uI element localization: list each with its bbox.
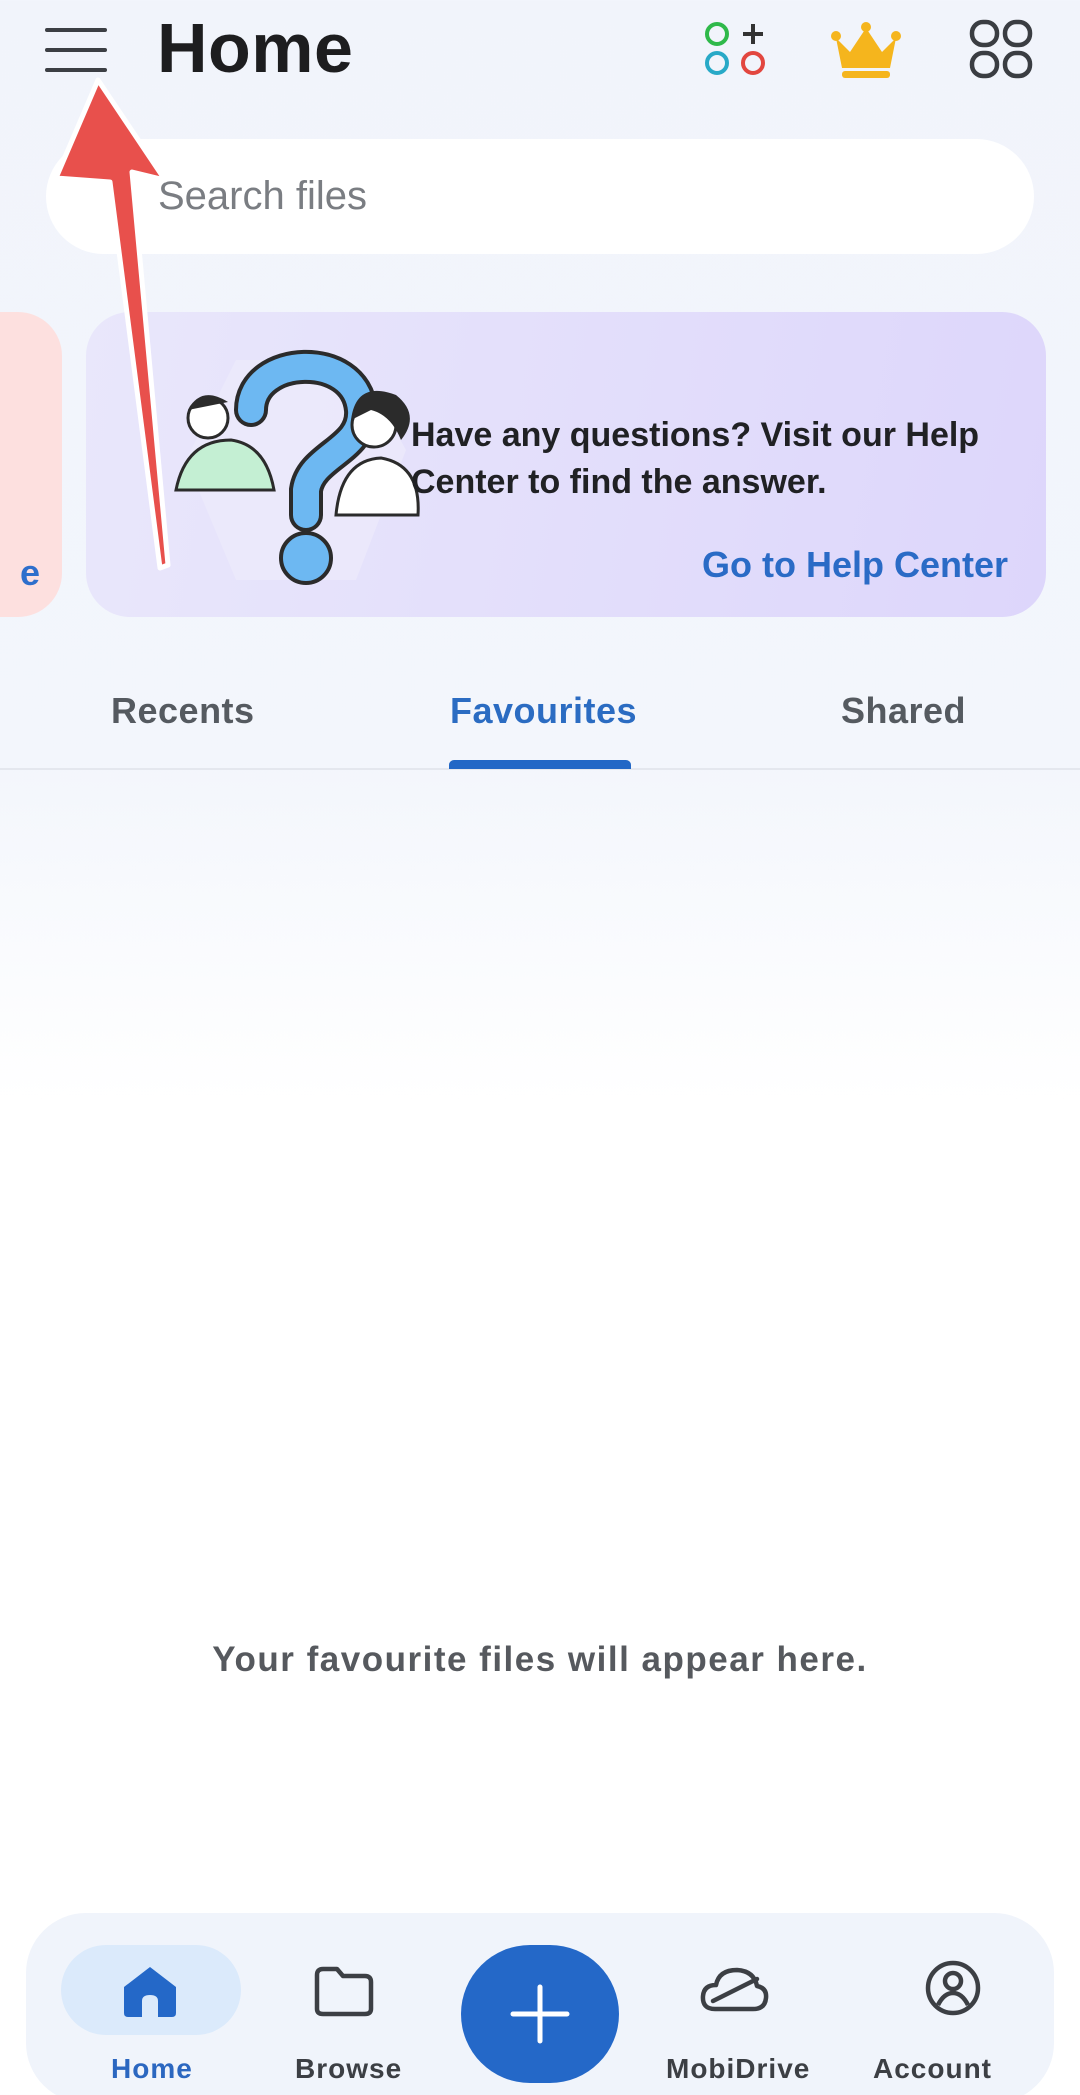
nav-label-home: Home — [111, 2053, 193, 2084]
apps-icon — [705, 22, 765, 75]
tab-favourites[interactable]: Favourites — [450, 690, 637, 732]
nav-item-account[interactable]: Account — [856, 1913, 1054, 2095]
grid-view-button[interactable] — [965, 18, 1037, 82]
nav-item-browse[interactable]: Browse — [276, 1913, 466, 2095]
search-bar[interactable]: Search files — [46, 139, 1034, 254]
nav-item-mobidrive[interactable]: MobiDrive — [666, 1913, 836, 2095]
annotation-arrow — [53, 77, 171, 571]
add-button[interactable] — [461, 1945, 619, 2083]
premium-button[interactable] — [830, 18, 902, 82]
nav-label-account: Account — [873, 2053, 992, 2084]
active-tab-indicator — [449, 760, 631, 769]
folder-icon — [314, 1966, 374, 2017]
tab-bar: Recents Favourites Shared — [0, 672, 1080, 770]
cloud-icon — [700, 1967, 769, 2012]
home-icon — [124, 1967, 176, 2017]
premium-crown-icon — [831, 22, 901, 78]
go-to-help-center-link[interactable]: Go to Help Center — [702, 544, 1008, 586]
apps-button[interactable] — [700, 18, 772, 82]
nav-label-mobidrive: MobiDrive — [666, 2053, 811, 2084]
tab-shared[interactable]: Shared — [841, 690, 966, 732]
grid-view-icon — [969, 19, 1033, 79]
nav-label-browse: Browse — [295, 2053, 403, 2084]
plus-icon — [510, 1984, 570, 2044]
account-icon — [925, 1960, 981, 2016]
help-banner-text: Have any questions? Visit our Help Cente… — [411, 416, 980, 501]
nav-item-home[interactable]: Home — [26, 1913, 276, 2095]
tab-recents[interactable]: Recents — [111, 690, 255, 732]
previous-banner-link-fragment: e — [19, 552, 40, 593]
help-center-banner[interactable]: Have any questions? Visit our Help Cente… — [86, 312, 1046, 617]
empty-state-message: Your favourite files will appear here. — [212, 1640, 868, 1679]
